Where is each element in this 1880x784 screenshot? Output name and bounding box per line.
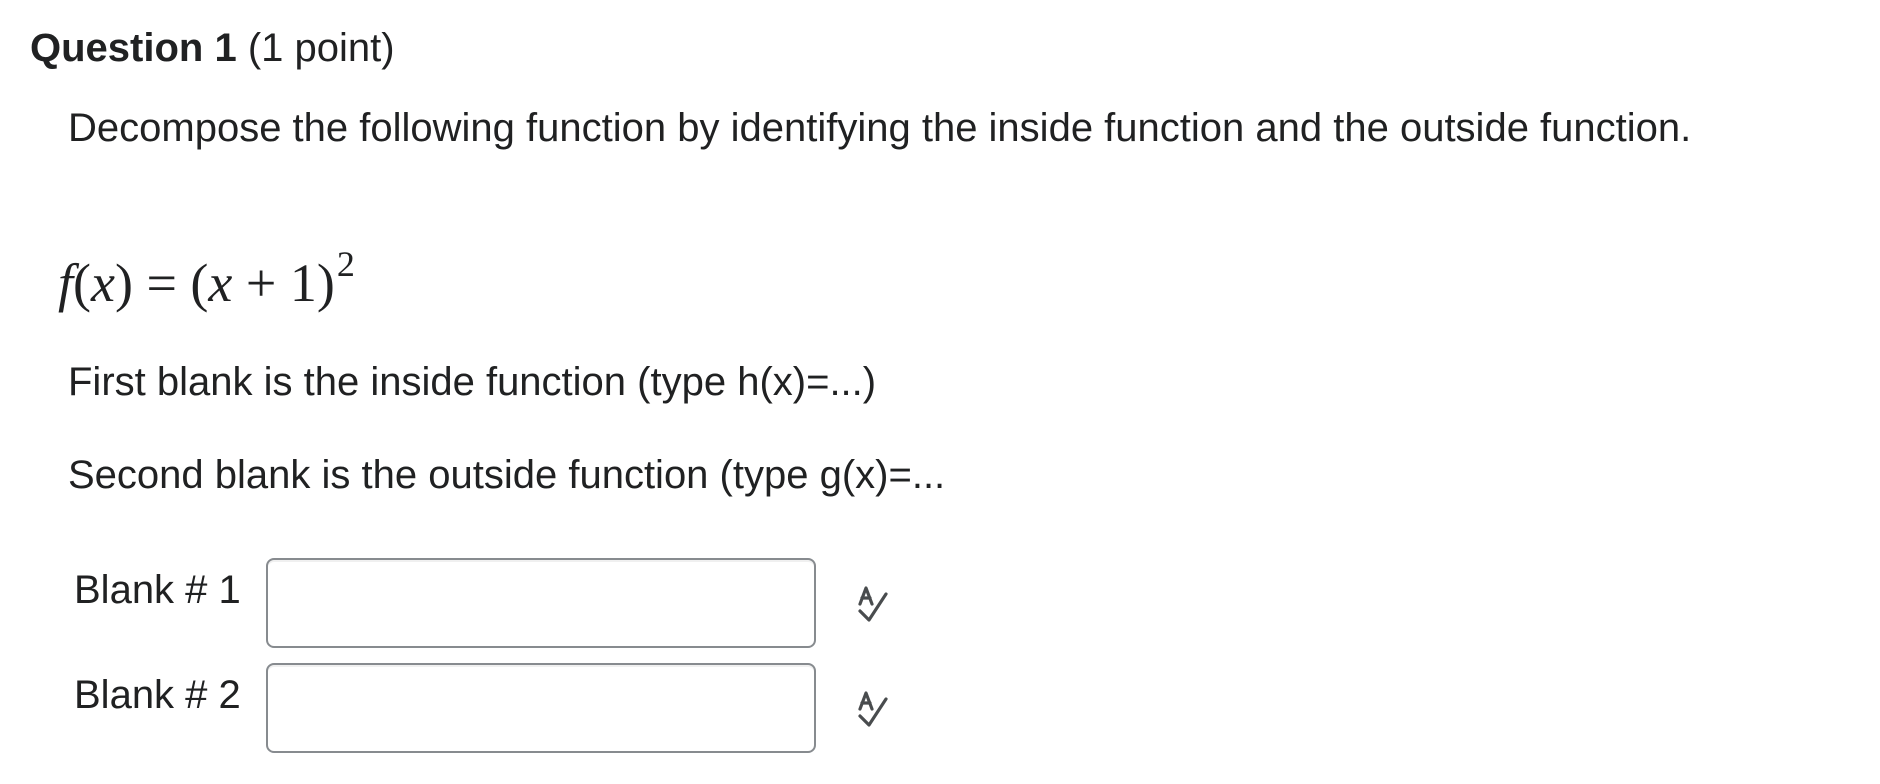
blank-1-input[interactable] xyxy=(266,558,816,648)
formula-paren-open: ( xyxy=(73,253,91,313)
formula-rhs-rest: + 1) xyxy=(232,253,335,313)
instruction-inside-function: First blank is the inside function (type… xyxy=(68,360,877,404)
formula-f: f xyxy=(58,253,74,313)
formula-var: x xyxy=(91,253,115,313)
blank-2-input[interactable] xyxy=(266,663,816,753)
blank-1-label: Blank # 1 xyxy=(74,568,241,612)
formula-paren-close: ) xyxy=(114,253,133,313)
spell-check-icon[interactable] xyxy=(848,578,898,628)
function-formula: f(x) = (x + 1)2 xyxy=(58,238,355,315)
question-prompt: Decompose the following function by iden… xyxy=(68,106,1692,150)
formula-rhs-open: ( xyxy=(190,253,209,313)
blank-2-label: Blank # 2 xyxy=(74,673,241,717)
question-title: Question 1 xyxy=(30,26,237,70)
spell-check-icon[interactable] xyxy=(848,683,898,733)
instruction-outside-function: Second blank is the outside function (ty… xyxy=(68,453,946,497)
formula-rhs-var: x xyxy=(208,253,233,313)
question-header: Question 1 (1 point) xyxy=(30,24,395,72)
question-points: (1 point) xyxy=(247,26,395,70)
formula-equals: = xyxy=(132,253,191,313)
formula-exponent: 2 xyxy=(336,244,355,284)
